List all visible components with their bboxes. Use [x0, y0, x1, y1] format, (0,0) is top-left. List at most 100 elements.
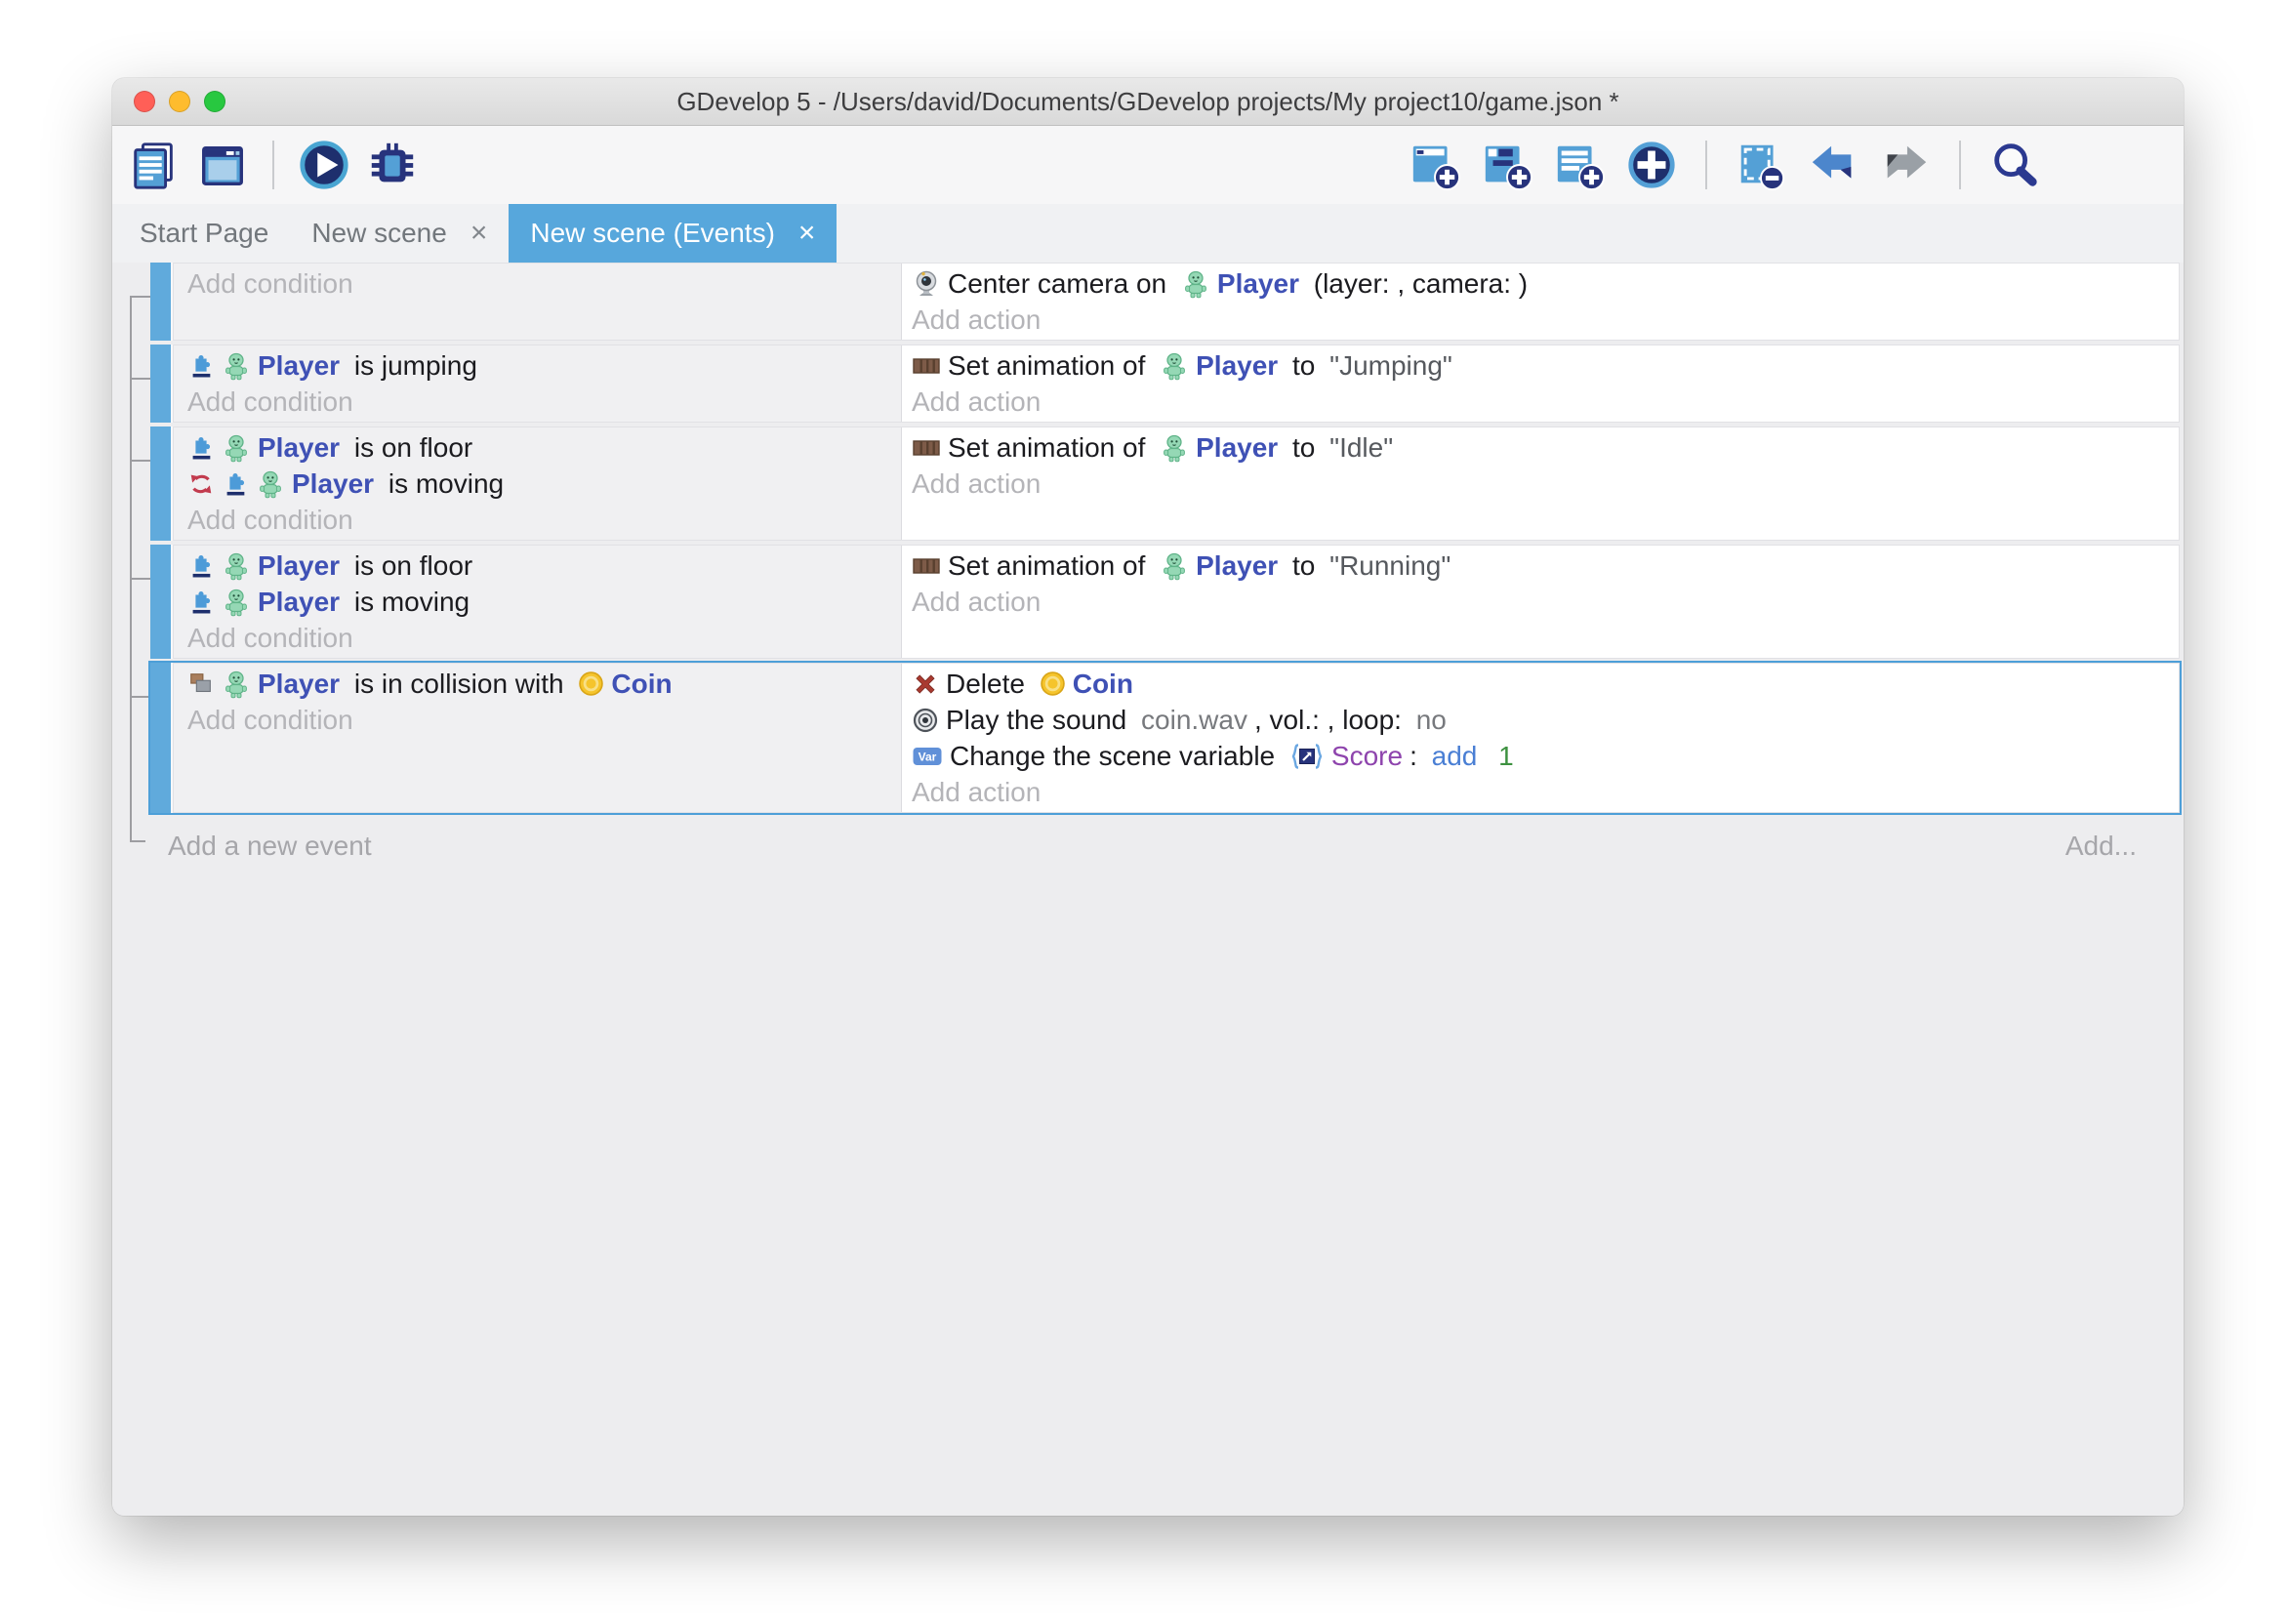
search-icon[interactable] [1988, 139, 2041, 191]
tab-new-scene-events[interactable]: New scene (Events)× [509, 204, 837, 263]
redo-icon[interactable] [1879, 139, 1932, 191]
event-color-bar [150, 263, 171, 341]
player-object-icon [1160, 551, 1189, 581]
condition-line[interactable]: Player is jumping [174, 347, 901, 384]
conditions-cell: Player is on floorPlayer is movingAdd co… [174, 546, 902, 658]
add-action-button[interactable]: Add action [902, 584, 2179, 620]
zoom-window-button[interactable] [204, 91, 225, 112]
play-icon[interactable] [298, 139, 350, 191]
event-5[interactable]: Player is in collision with CoinAdd cond… [150, 663, 2180, 813]
condition-line[interactable]: Player is moving [174, 584, 901, 620]
delete-event-icon[interactable] [1735, 139, 1787, 191]
text-segment: Coin [1073, 669, 1133, 700]
event-cells: Player is in collision with CoinAdd cond… [173, 663, 2180, 813]
add-event-icon[interactable] [1409, 139, 1461, 191]
player-object-icon [1160, 351, 1189, 381]
text-segment: to [1285, 350, 1323, 382]
tree-connector-line [130, 296, 150, 298]
action-line[interactable]: VarChange the scene variable Score: add … [902, 738, 2179, 774]
text-segment: Player [1217, 268, 1299, 300]
desktop: GDevelop 5 - /Users/david/Documents/GDev… [0, 0, 2288, 1624]
scene-editor-icon[interactable] [196, 139, 249, 191]
add-action-button[interactable]: Add action [902, 302, 2179, 338]
text-segment: Score [1331, 741, 1403, 772]
text-segment: Set animation of [948, 350, 1153, 382]
action-line[interactable]: Set animation of Player to "Idle" [902, 429, 2179, 466]
text-segment: Player [258, 550, 340, 582]
condition-line[interactable]: Player is on floor [174, 429, 901, 466]
text-segment [1484, 741, 1491, 772]
platformer-behavior-icon [187, 589, 215, 616]
action-line[interactable]: Center camera on Player (layer: , camera… [902, 265, 2179, 302]
variable-icon: Var [912, 744, 943, 769]
sound-icon [912, 707, 939, 734]
text-segment: (layer: , camera: ) [1306, 268, 1528, 300]
text-segment: Play the sound [946, 705, 1134, 736]
event-color-bar [150, 426, 171, 541]
add-more-button[interactable]: Add... [2065, 831, 2137, 862]
close-window-button[interactable] [134, 91, 155, 112]
tree-connector-line [130, 578, 150, 580]
add-action-button[interactable]: Add action [902, 466, 2179, 502]
text-segment: Center camera on [948, 268, 1174, 300]
undo-icon[interactable] [1807, 139, 1859, 191]
text-segment: Set animation of [948, 432, 1153, 464]
text-segment: Delete [946, 669, 1033, 700]
tree-connector-line [130, 296, 132, 840]
conditions-cell: Player is jumpingAdd condition [174, 345, 902, 422]
event-4[interactable]: Player is on floorPlayer is movingAdd co… [150, 545, 2180, 659]
project-manager-icon[interactable] [128, 139, 181, 191]
actions-cell: Center camera on Player (layer: , camera… [902, 264, 2179, 340]
text-segment: Set animation of [948, 550, 1153, 582]
toolbar-right-group [1409, 139, 2041, 191]
tab-start-page[interactable]: Start Page [118, 204, 290, 263]
text-segment: Player [1196, 550, 1278, 582]
tree-connector-line [130, 460, 150, 462]
text-segment: to [1285, 550, 1323, 582]
tree-connector-line [130, 840, 145, 842]
text-segment: 1 [1498, 741, 1514, 772]
event-2[interactable]: Player is jumpingAdd conditionSet animat… [150, 345, 2180, 423]
condition-line[interactable]: Player is moving [174, 466, 901, 502]
add-circle-icon[interactable] [1625, 139, 1678, 191]
event-1[interactable]: Add conditionCenter camera on Player (la… [150, 263, 2180, 341]
animation-icon [912, 353, 941, 379]
add-condition-button[interactable]: Add condition [174, 702, 901, 738]
player-object-icon [222, 588, 251, 617]
tab-close-icon[interactable]: × [470, 219, 488, 248]
event-cells: Player is on floorPlayer is movingAdd co… [173, 545, 2180, 659]
condition-line[interactable]: Player is on floor [174, 548, 901, 584]
title-bar: GDevelop 5 - /Users/david/Documents/GDev… [112, 78, 2184, 126]
add-condition-button[interactable]: Add condition [174, 620, 901, 656]
condition-line[interactable]: Player is in collision with Coin [174, 666, 901, 702]
action-line[interactable]: Set animation of Player to "Running" [902, 548, 2179, 584]
tab-close-icon[interactable]: × [798, 219, 816, 248]
text-segment: to [1285, 432, 1323, 464]
player-object-icon [1181, 269, 1210, 299]
add-condition-button[interactable]: Add condition [174, 265, 901, 302]
tab-new-scene[interactable]: New scene × [290, 204, 509, 263]
tab-label: New scene [311, 218, 447, 249]
animation-icon [912, 553, 941, 579]
event-color-bar [150, 545, 171, 659]
action-line[interactable]: Delete Coin [902, 666, 2179, 702]
add-action-button[interactable]: Add action [902, 384, 2179, 420]
text-segment: Coin [611, 669, 672, 700]
events-list: Add conditionCenter camera on Player (la… [150, 263, 2180, 875]
minimize-window-button[interactable] [169, 91, 190, 112]
add-comment-icon[interactable] [1553, 139, 1606, 191]
svg-text:Var: Var [919, 750, 937, 763]
scene-variable-badge-icon [1289, 743, 1325, 770]
debug-icon[interactable] [366, 139, 419, 191]
events-sheet: Add conditionCenter camera on Player (la… [112, 263, 2184, 1516]
add-new-event-button[interactable]: Add a new event [168, 831, 372, 862]
add-condition-button[interactable]: Add condition [174, 502, 901, 538]
actions-cell: Set animation of Player to "Running"Add … [902, 546, 2179, 658]
actions-cell: Set animation of Player to "Idle"Add act… [902, 427, 2179, 540]
add-action-button[interactable]: Add action [902, 774, 2179, 810]
add-subevent-icon[interactable] [1481, 139, 1533, 191]
event-3[interactable]: Player is on floorPlayer is movingAdd co… [150, 426, 2180, 541]
action-line[interactable]: Set animation of Player to "Jumping" [902, 347, 2179, 384]
add-condition-button[interactable]: Add condition [174, 384, 901, 420]
action-line[interactable]: Play the sound coin.wav, vol.: , loop: n… [902, 702, 2179, 738]
